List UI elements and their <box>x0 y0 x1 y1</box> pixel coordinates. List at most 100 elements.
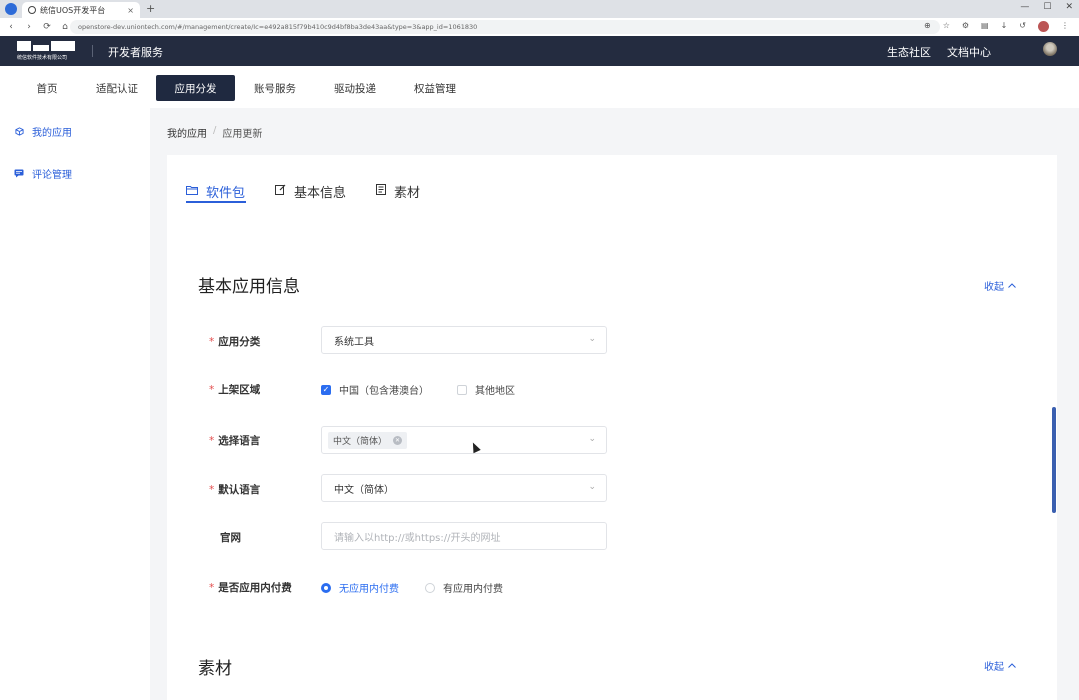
tab-bar: 软件包 基本信息 素材 <box>186 179 420 203</box>
history-icon[interactable]: ↺ <box>1019 21 1026 32</box>
collapse-basic-button[interactable]: 收起 <box>984 278 1016 293</box>
tab-label: 软件包 <box>206 185 246 201</box>
logo-subtext: 统信软件技术有限公司 <box>17 55 68 61</box>
page-scrollbar[interactable] <box>1052 407 1056 513</box>
tab-label: 素材 <box>394 185 421 201</box>
breadcrumb: 我的应用 / 应用更新 <box>167 125 262 140</box>
iap-label: * 是否应用内付费 <box>209 582 292 594</box>
profile-avatar[interactable] <box>1038 21 1049 32</box>
logo-block-right <box>51 41 75 51</box>
section-title-assets: 素材 <box>198 659 232 679</box>
chip-label: 中文（简体） <box>333 436 388 447</box>
nav-item-account[interactable]: 账号服务 <box>246 75 304 101</box>
window-controls: — ☐ ✕ <box>1020 2 1073 12</box>
iap-option-label: 有应用内付费 <box>443 584 503 595</box>
chevron-down-icon: ⌄ <box>588 334 596 344</box>
sidebar-item-my-apps[interactable]: 我的应用 <box>14 124 72 139</box>
checkbox-unchecked[interactable] <box>457 384 467 395</box>
header-link-docs[interactable]: 文档中心 <box>947 44 991 60</box>
maximize-icon[interactable]: ☐ <box>1043 2 1051 12</box>
category-select[interactable]: 系统工具 ⌄ <box>321 326 607 354</box>
chip-remove-icon[interactable]: ✕ <box>393 435 403 445</box>
download-icon[interactable]: ↓ <box>1001 21 1008 32</box>
nav-item-rights[interactable]: 权益管理 <box>406 75 464 101</box>
menu-icon[interactable]: ⋮ <box>1061 21 1069 32</box>
bookmark-star-icon[interactable]: ☆ <box>943 21 950 32</box>
home-icon[interactable]: ⌂ <box>60 22 70 32</box>
logo-block-left <box>17 41 31 51</box>
iap-option-yes[interactable]: 有应用内付费 <box>425 580 503 595</box>
default-language-select[interactable]: 中文（简体） ⌄ <box>321 474 607 502</box>
edit-icon <box>275 184 286 199</box>
collapse-label: 收起 <box>984 662 1004 673</box>
region-option-other[interactable]: 其他地区 <box>457 382 515 397</box>
main-nav: 首页 适配认证 应用分发 账号服务 驱动投递 权益管理 <box>0 66 1079 108</box>
category-label: * 应用分类 <box>209 336 261 348</box>
checkbox-checked[interactable]: ✓ <box>321 384 331 395</box>
radio-selected[interactable] <box>321 582 331 593</box>
breadcrumb-parent[interactable]: 我的应用 <box>167 125 207 140</box>
active-tab-indicator <box>186 201 246 203</box>
tab-package[interactable]: 软件包 <box>186 179 245 203</box>
chevron-down-icon: ⌄ <box>588 434 596 444</box>
tab-assets[interactable]: 素材 <box>376 179 420 203</box>
logo-block-mid <box>33 45 49 51</box>
browser-tabstrip: 统信UOS开发平台 × + — ☐ ✕ <box>0 0 1079 18</box>
default-language-label: * 默认语言 <box>209 484 261 496</box>
sidebar-item-label: 评论管理 <box>32 170 72 181</box>
address-bar[interactable]: openstore-dev.uniontech.com/#/management… <box>70 20 940 34</box>
back-icon[interactable]: ‹ <box>6 22 16 32</box>
sidebar: 我的应用 评论管理 <box>0 108 150 700</box>
chevron-up-icon <box>1008 660 1016 671</box>
collections-icon[interactable]: ▤ <box>981 21 989 32</box>
zoom-icon[interactable]: ⊕ <box>924 21 931 32</box>
nav-item-certification[interactable]: 适配认证 <box>88 75 146 101</box>
new-tab-button[interactable]: + <box>146 2 155 15</box>
breadcrumb-current: 应用更新 <box>222 129 263 140</box>
uos-logo[interactable]: 统信软件技术有限公司 <box>17 38 77 62</box>
tab-basic-info[interactable]: 基本信息 <box>275 179 346 203</box>
tab-close-icon[interactable]: × <box>127 6 134 15</box>
header-title: 开发者服务 <box>108 46 163 59</box>
tab-title: 统信UOS开发平台 <box>40 5 106 15</box>
collapse-assets-button[interactable]: 收起 <box>984 658 1016 673</box>
region-option-label: 中国（包含港澳台） <box>339 386 429 397</box>
browser-logo-icon <box>5 3 17 15</box>
tab-favicon-icon <box>28 6 36 14</box>
extensions-icon[interactable]: ⚙ <box>962 21 969 32</box>
nav-item-driver[interactable]: 驱动投递 <box>326 75 384 101</box>
default-language-value: 中文（简体） <box>334 484 394 496</box>
box-icon <box>14 127 24 137</box>
chevron-up-icon <box>1008 280 1016 291</box>
region-option-china[interactable]: ✓ 中国（包含港澳台） <box>321 382 429 397</box>
radio-unselected[interactable] <box>425 582 435 593</box>
user-avatar[interactable] <box>1043 42 1057 56</box>
iap-option-none[interactable]: 无应用内付费 <box>321 580 399 595</box>
reload-icon[interactable]: ⟳ <box>42 22 52 32</box>
site-header: 统信软件技术有限公司 开发者服务 生态社区 文档中心 <box>0 36 1079 66</box>
minimize-icon[interactable]: — <box>1020 2 1029 12</box>
website-label: 官网 <box>220 532 241 544</box>
section-title-basic: 基本应用信息 <box>198 277 300 297</box>
browser-tab[interactable]: 统信UOS开发平台 × <box>22 2 140 18</box>
header-divider <box>92 45 93 57</box>
close-window-icon[interactable]: ✕ <box>1065 2 1073 12</box>
sidebar-item-label: 我的应用 <box>32 128 72 139</box>
sidebar-item-comments[interactable]: 评论管理 <box>14 166 72 181</box>
forward-icon[interactable]: › <box>24 22 34 32</box>
chevron-down-icon: ⌄ <box>588 482 596 492</box>
header-link-community[interactable]: 生态社区 <box>887 44 931 60</box>
language-multiselect[interactable]: 中文（简体） ✕ ⌄ <box>321 426 607 454</box>
tab-label: 基本信息 <box>294 185 347 201</box>
toolbar-icons: ⊕ ☆ ⚙ ▤ ↓ ↺ ⋮ <box>924 21 1069 32</box>
nav-item-home[interactable]: 首页 <box>22 75 72 101</box>
main-card: 软件包 基本信息 素材 基本应用信息 收起 * 应用分类 系统工具 ⌄ * 上架区域… <box>167 155 1057 700</box>
document-icon <box>376 183 387 199</box>
region-option-label: 其他地区 <box>475 386 515 397</box>
folder-icon <box>186 184 198 199</box>
nav-item-distribution[interactable]: 应用分发 <box>156 75 235 101</box>
language-chip: 中文（简体） ✕ <box>328 431 408 449</box>
website-input[interactable]: 请输入以http://或https://开头的网址 <box>321 522 607 550</box>
comment-icon <box>14 169 24 179</box>
category-value: 系统工具 <box>334 336 374 348</box>
